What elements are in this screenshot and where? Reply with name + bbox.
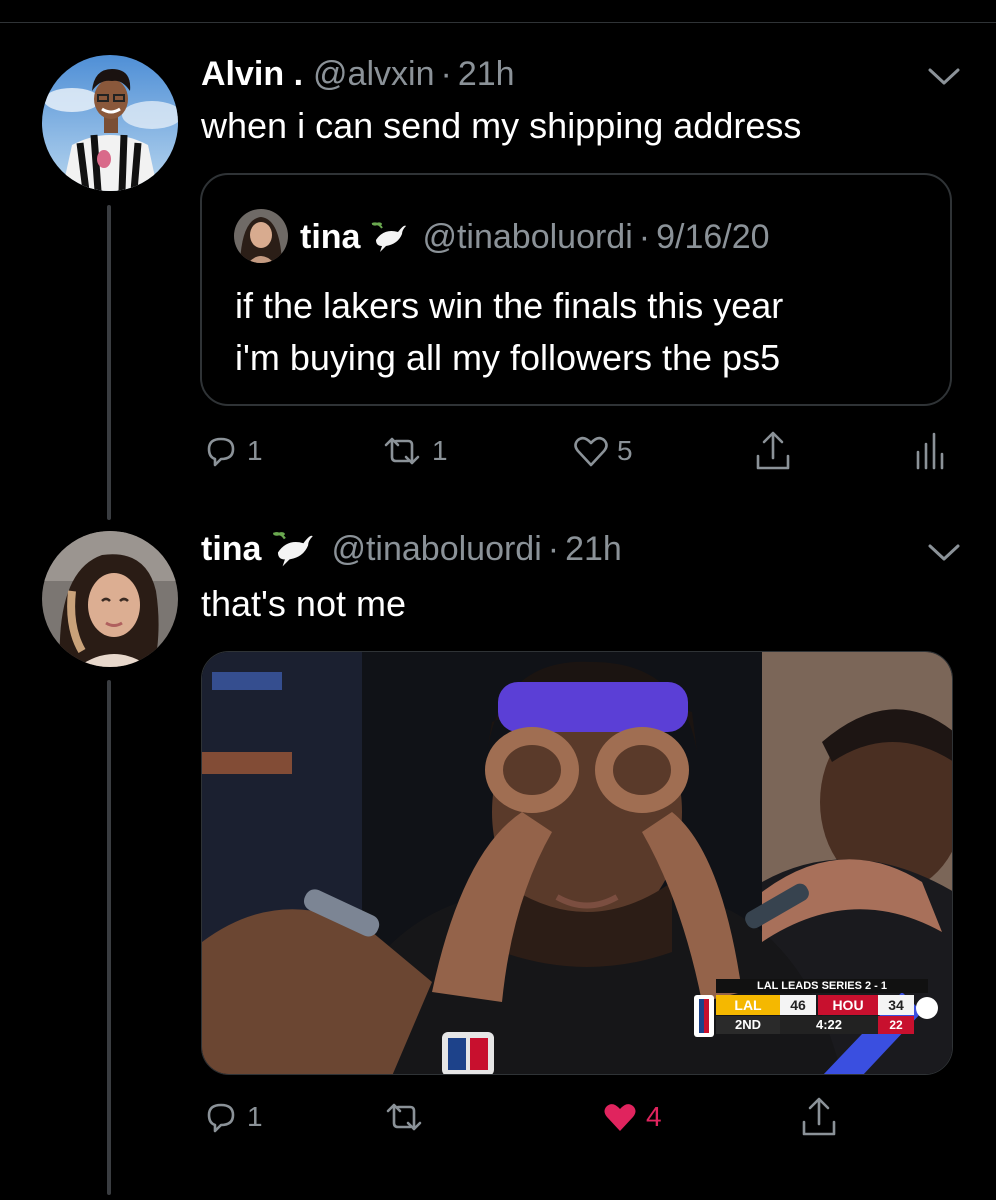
timestamp[interactable]: 21h — [565, 530, 622, 569]
timestamp[interactable]: 21h — [458, 55, 515, 94]
team1-score: 46 — [780, 995, 816, 1015]
display-name[interactable]: tina — [201, 530, 261, 569]
like-button[interactable]: 5 — [571, 431, 633, 471]
thread-line — [107, 680, 111, 1195]
quoted-tweet[interactable]: tina @tinaboluordi · 9/16/20 if the lake… — [200, 173, 952, 406]
heart-icon — [574, 436, 608, 467]
shot-clock: 22 — [878, 1016, 914, 1034]
handle[interactable]: @tinaboluordi — [422, 218, 632, 257]
team2-score: 34 — [878, 995, 914, 1015]
quote-text-line1: if the lakers win the finals this year — [235, 285, 784, 326]
handle[interactable]: @alvxin — [313, 55, 434, 94]
quote-header: tina @tinaboluordi · 9/16/20 — [300, 215, 770, 259]
media-image[interactable]: LAL LEADS SERIES 2 - 1 LAL 46 HOU 34 2ND… — [201, 651, 953, 1075]
heart-filled-icon — [604, 1104, 636, 1131]
share-icon — [756, 431, 790, 470]
quarter-label: 2ND — [716, 1016, 780, 1034]
retweet-button[interactable]: 1 — [378, 431, 448, 471]
display-name[interactable]: tina — [300, 218, 360, 257]
reply-count: 1 — [247, 435, 263, 466]
like-count: 5 — [617, 435, 633, 466]
network-logo-icon — [916, 997, 938, 1019]
chevron-down-icon[interactable] — [924, 56, 964, 96]
retweet-icon — [384, 437, 420, 465]
top-divider — [0, 22, 996, 23]
retweet-button[interactable] — [380, 1097, 428, 1137]
analytics-button[interactable] — [912, 430, 946, 470]
display-name[interactable]: Alvin . — [201, 55, 303, 94]
tweet1-header: Alvin . @alvxin · 21h — [201, 52, 515, 96]
chevron-down-icon[interactable] — [924, 532, 964, 572]
like-button[interactable]: 4 — [600, 1097, 662, 1137]
separator-dot: · — [638, 217, 651, 256]
thread-line — [107, 205, 111, 520]
separator-dot: · — [547, 529, 560, 568]
analytics-icon — [916, 432, 944, 470]
scorebug: LAL LEADS SERIES 2 - 1 LAL 46 HOU 34 2ND… — [694, 979, 938, 1043]
avatar-alvin[interactable] — [42, 55, 178, 191]
nba-logo-icon — [694, 995, 714, 1037]
share-button[interactable] — [796, 1094, 842, 1140]
share-icon — [802, 1097, 836, 1136]
dove-with-olive-branch-icon — [271, 527, 315, 571]
reply-icon — [207, 1103, 235, 1133]
share-button[interactable] — [750, 428, 796, 474]
team2-label: HOU — [818, 995, 878, 1015]
handle[interactable]: @tinaboluordi — [331, 530, 541, 569]
game-clock: 4:22 — [780, 1016, 878, 1034]
scorebug-banner: LAL LEADS SERIES 2 - 1 — [716, 979, 928, 993]
team1-label: LAL — [716, 995, 780, 1015]
tweet-text: when i can send my shipping address — [201, 105, 802, 146]
quote-text-line2: i'm buying all my followers the ps5 — [235, 337, 781, 378]
avatar-tina-small[interactable] — [234, 209, 288, 263]
reply-button[interactable]: 1 — [201, 1097, 263, 1137]
tweet2-header: tina @tinaboluordi · 21h — [201, 527, 622, 571]
like-count: 4 — [646, 1101, 662, 1132]
reply-icon — [207, 437, 235, 467]
retweet-icon — [386, 1103, 422, 1131]
retweet-count: 1 — [432, 435, 448, 466]
reply-button[interactable]: 1 — [201, 431, 263, 471]
dove-with-olive-branch-icon — [370, 218, 408, 256]
reply-count: 1 — [247, 1101, 263, 1132]
quote-date[interactable]: 9/16/20 — [656, 218, 769, 257]
avatar-tina[interactable] — [42, 531, 178, 667]
separator-dot: · — [440, 54, 452, 93]
tweet-text: that's not me — [201, 583, 406, 624]
